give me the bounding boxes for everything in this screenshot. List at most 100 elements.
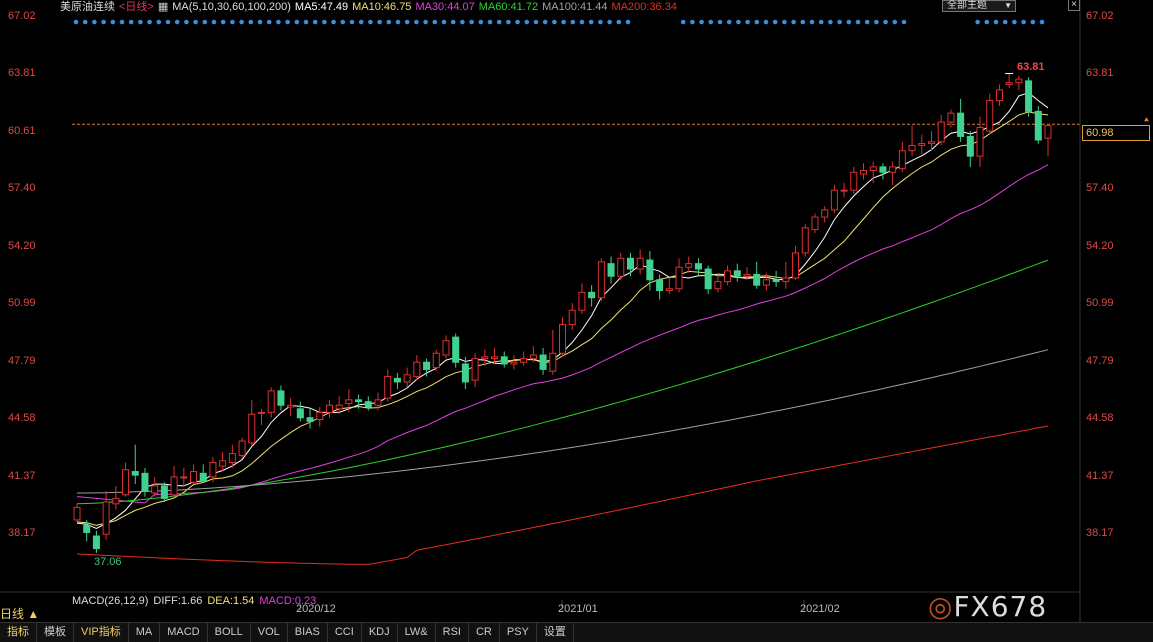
- candle-body: [558, 324, 567, 354]
- symbol-name: 美原油连续: [60, 1, 115, 13]
- event-marker-dot: [763, 19, 769, 25]
- candle-body: [1034, 110, 1042, 141]
- candle-body: [316, 411, 324, 421]
- event-marker-dot: [855, 19, 861, 25]
- event-marker-dot: [772, 19, 778, 25]
- candle-body: [792, 252, 800, 279]
- candle-body: [966, 135, 974, 157]
- date-label-dec: 2020/12: [296, 603, 336, 615]
- candle-body: [724, 270, 732, 283]
- tab-macd[interactable]: MACD: [160, 623, 208, 642]
- tab-指标[interactable]: 指标: [0, 623, 37, 642]
- candle-body: [73, 506, 81, 521]
- event-marker-dot: [331, 19, 336, 25]
- event-marker-dot: [340, 19, 346, 25]
- ma60-value: MA60:41.72: [478, 1, 539, 13]
- candle-body: [151, 485, 159, 494]
- tab-rsi[interactable]: RSI: [436, 623, 469, 642]
- macd-diff: DIFF:1.66: [153, 595, 203, 607]
- close-icon[interactable]: ×: [1068, 0, 1080, 11]
- right-axis-tick: 67.02: [1086, 10, 1114, 22]
- tab-cci[interactable]: CCI: [328, 623, 362, 642]
- left-axis-tick: 44.58: [8, 412, 36, 425]
- candle-body: [908, 144, 916, 152]
- left-axis-tick: 54.20: [8, 239, 36, 252]
- event-marker-dot: [1039, 19, 1045, 25]
- candle-body: [393, 377, 401, 383]
- macd-params: MACD(26,12,9): [72, 595, 149, 607]
- candle-body: [927, 141, 935, 145]
- event-marker-dot: [469, 19, 474, 25]
- candle-body: [626, 257, 634, 270]
- candle-body: [1005, 82, 1013, 85]
- candle-body: [1025, 80, 1033, 112]
- candle-body: [889, 166, 897, 173]
- candle-body: [423, 361, 431, 370]
- candle-body: [481, 356, 489, 360]
- event-marker-dot: [1012, 19, 1017, 25]
- event-marker-dot: [680, 19, 686, 25]
- tab-vip指标[interactable]: VIP指标: [74, 623, 129, 642]
- candle-body: [617, 257, 625, 277]
- event-marker-dot: [110, 19, 116, 25]
- candle-body: [830, 189, 838, 211]
- event-marker-dot: [542, 19, 548, 25]
- candle-body: [491, 356, 499, 360]
- tab-模板[interactable]: 模板: [37, 623, 74, 642]
- candle-body: [1044, 125, 1052, 139]
- tab-psy[interactable]: PSY: [500, 623, 537, 642]
- event-marker-dot: [800, 19, 806, 25]
- tab-设置[interactable]: 设置: [537, 623, 574, 642]
- tab-cr[interactable]: CR: [469, 623, 500, 642]
- ma100-value: MA100:41.44: [542, 1, 608, 13]
- event-marker-dot: [294, 19, 300, 25]
- high-price-label: 63.81: [1017, 61, 1045, 73]
- right-price-axis: 67.0263.8160.6157.4054.2050.9947.7944.58…: [1086, 0, 1146, 600]
- tab-ma[interactable]: MA: [129, 623, 161, 642]
- candle-body: [578, 291, 586, 311]
- tab-bias[interactable]: BIAS: [288, 623, 328, 642]
- event-marker-dot: [92, 19, 97, 25]
- event-marker-dot: [579, 19, 585, 25]
- candle-body: [335, 404, 343, 410]
- candle-body: [947, 112, 955, 123]
- candle-body: [918, 143, 926, 146]
- event-marker-dot: [708, 19, 714, 25]
- candle-body: [685, 263, 693, 268]
- tab-vol[interactable]: VOL: [251, 623, 288, 642]
- tab-boll[interactable]: BOLL: [208, 623, 251, 642]
- candle-body: [733, 270, 741, 277]
- tab-kdj[interactable]: KDJ: [362, 623, 398, 642]
- event-marker-dot: [717, 19, 723, 25]
- event-marker-dot: [883, 19, 888, 25]
- event-marker-dot: [478, 19, 484, 25]
- event-marker-dot: [993, 19, 999, 25]
- right-axis-tick: 47.79: [1086, 354, 1114, 367]
- event-marker-dot: [312, 19, 318, 25]
- candle-body: [840, 189, 848, 192]
- event-marker-dot: [533, 19, 539, 25]
- candle-body: [937, 121, 945, 143]
- tab-lw&[interactable]: LW&: [398, 623, 436, 642]
- event-marker-dot: [598, 19, 603, 25]
- period-selector[interactable]: 日线 ▲: [0, 605, 39, 622]
- left-axis-tick: 67.02: [8, 10, 36, 22]
- candle-body: [568, 309, 576, 326]
- macd-dea: DEA:1.54: [207, 595, 255, 607]
- left-price-axis: 67.02 63.81 60.61 57.40 54.20 50.99 47.79 44.58…: [8, 0, 68, 600]
- event-marker-dot: [460, 19, 465, 25]
- candlestick-chart[interactable]: [0, 0, 1153, 622]
- candle-body: [160, 485, 168, 499]
- ma5-value: MA5:47.49: [294, 1, 349, 13]
- candle-body: [539, 354, 547, 370]
- event-marker-dot: [690, 19, 695, 25]
- candle-body: [898, 150, 906, 170]
- left-axis-tick: 57.40: [8, 182, 36, 195]
- event-marker-dot: [828, 19, 833, 25]
- event-marker-dot: [487, 19, 493, 25]
- candle-body: [549, 352, 557, 372]
- theme-dropdown[interactable]: 全部主题: [942, 0, 1016, 12]
- event-marker-dot: [230, 19, 235, 25]
- event-marker-dot: [147, 19, 152, 25]
- candle-body: [374, 399, 382, 406]
